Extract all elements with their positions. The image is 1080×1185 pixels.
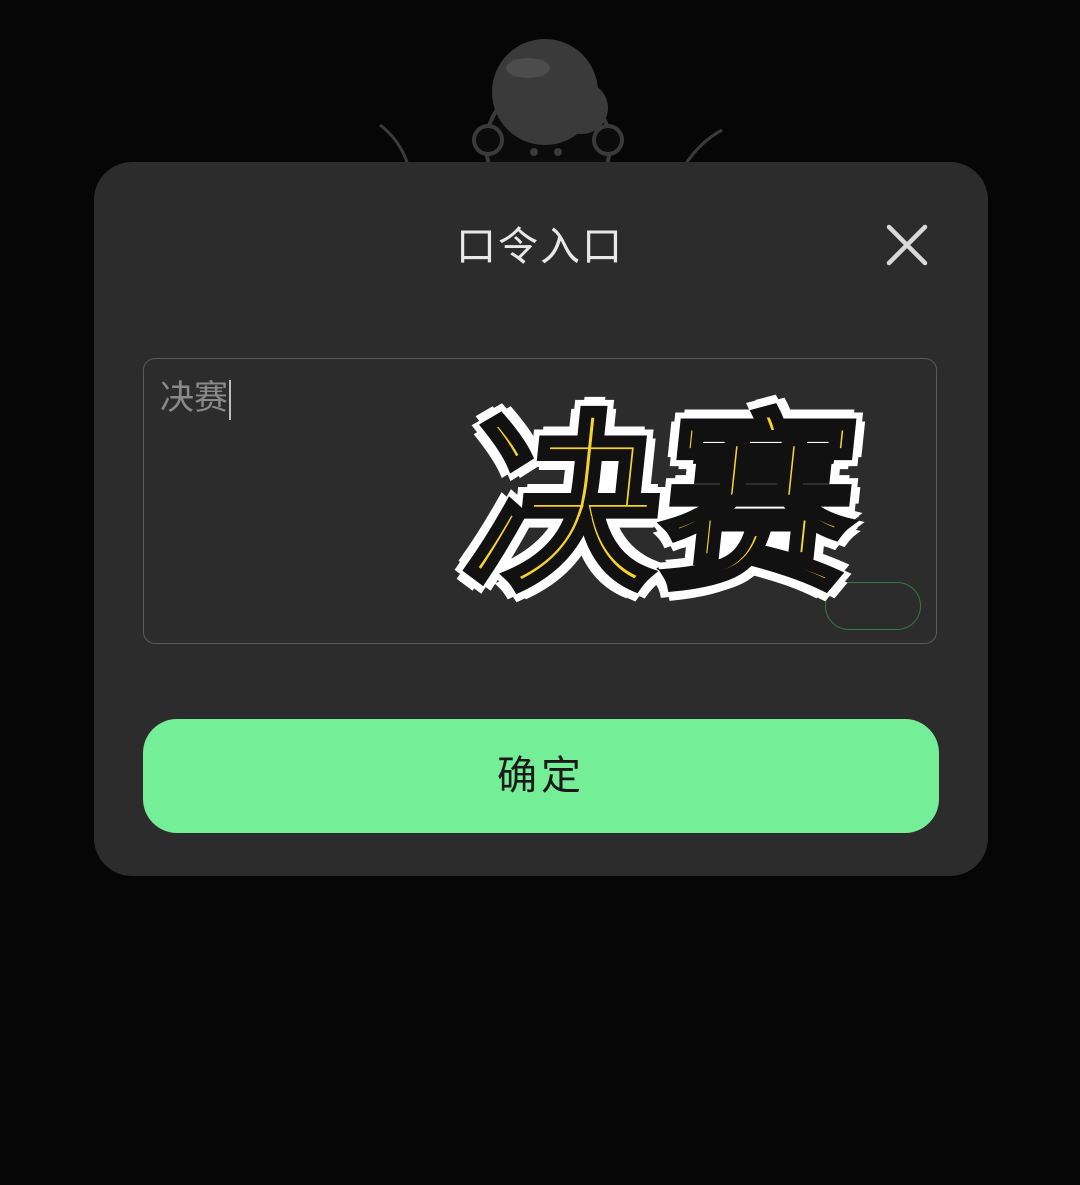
- close-icon: [886, 224, 928, 266]
- sticker-text: 决赛: [455, 392, 872, 619]
- close-button[interactable]: [880, 218, 934, 272]
- mascot-illustration: [379, 39, 723, 180]
- screen: 口令入口 决赛 决赛 确定: [0, 0, 1080, 1185]
- input-value-text: 决赛: [160, 378, 228, 418]
- text-caret: [229, 379, 231, 420]
- confirm-button[interactable]: 确定: [143, 719, 939, 833]
- overlay-sticker: 决赛: [414, 388, 914, 624]
- password-input-value: 决赛: [160, 376, 231, 420]
